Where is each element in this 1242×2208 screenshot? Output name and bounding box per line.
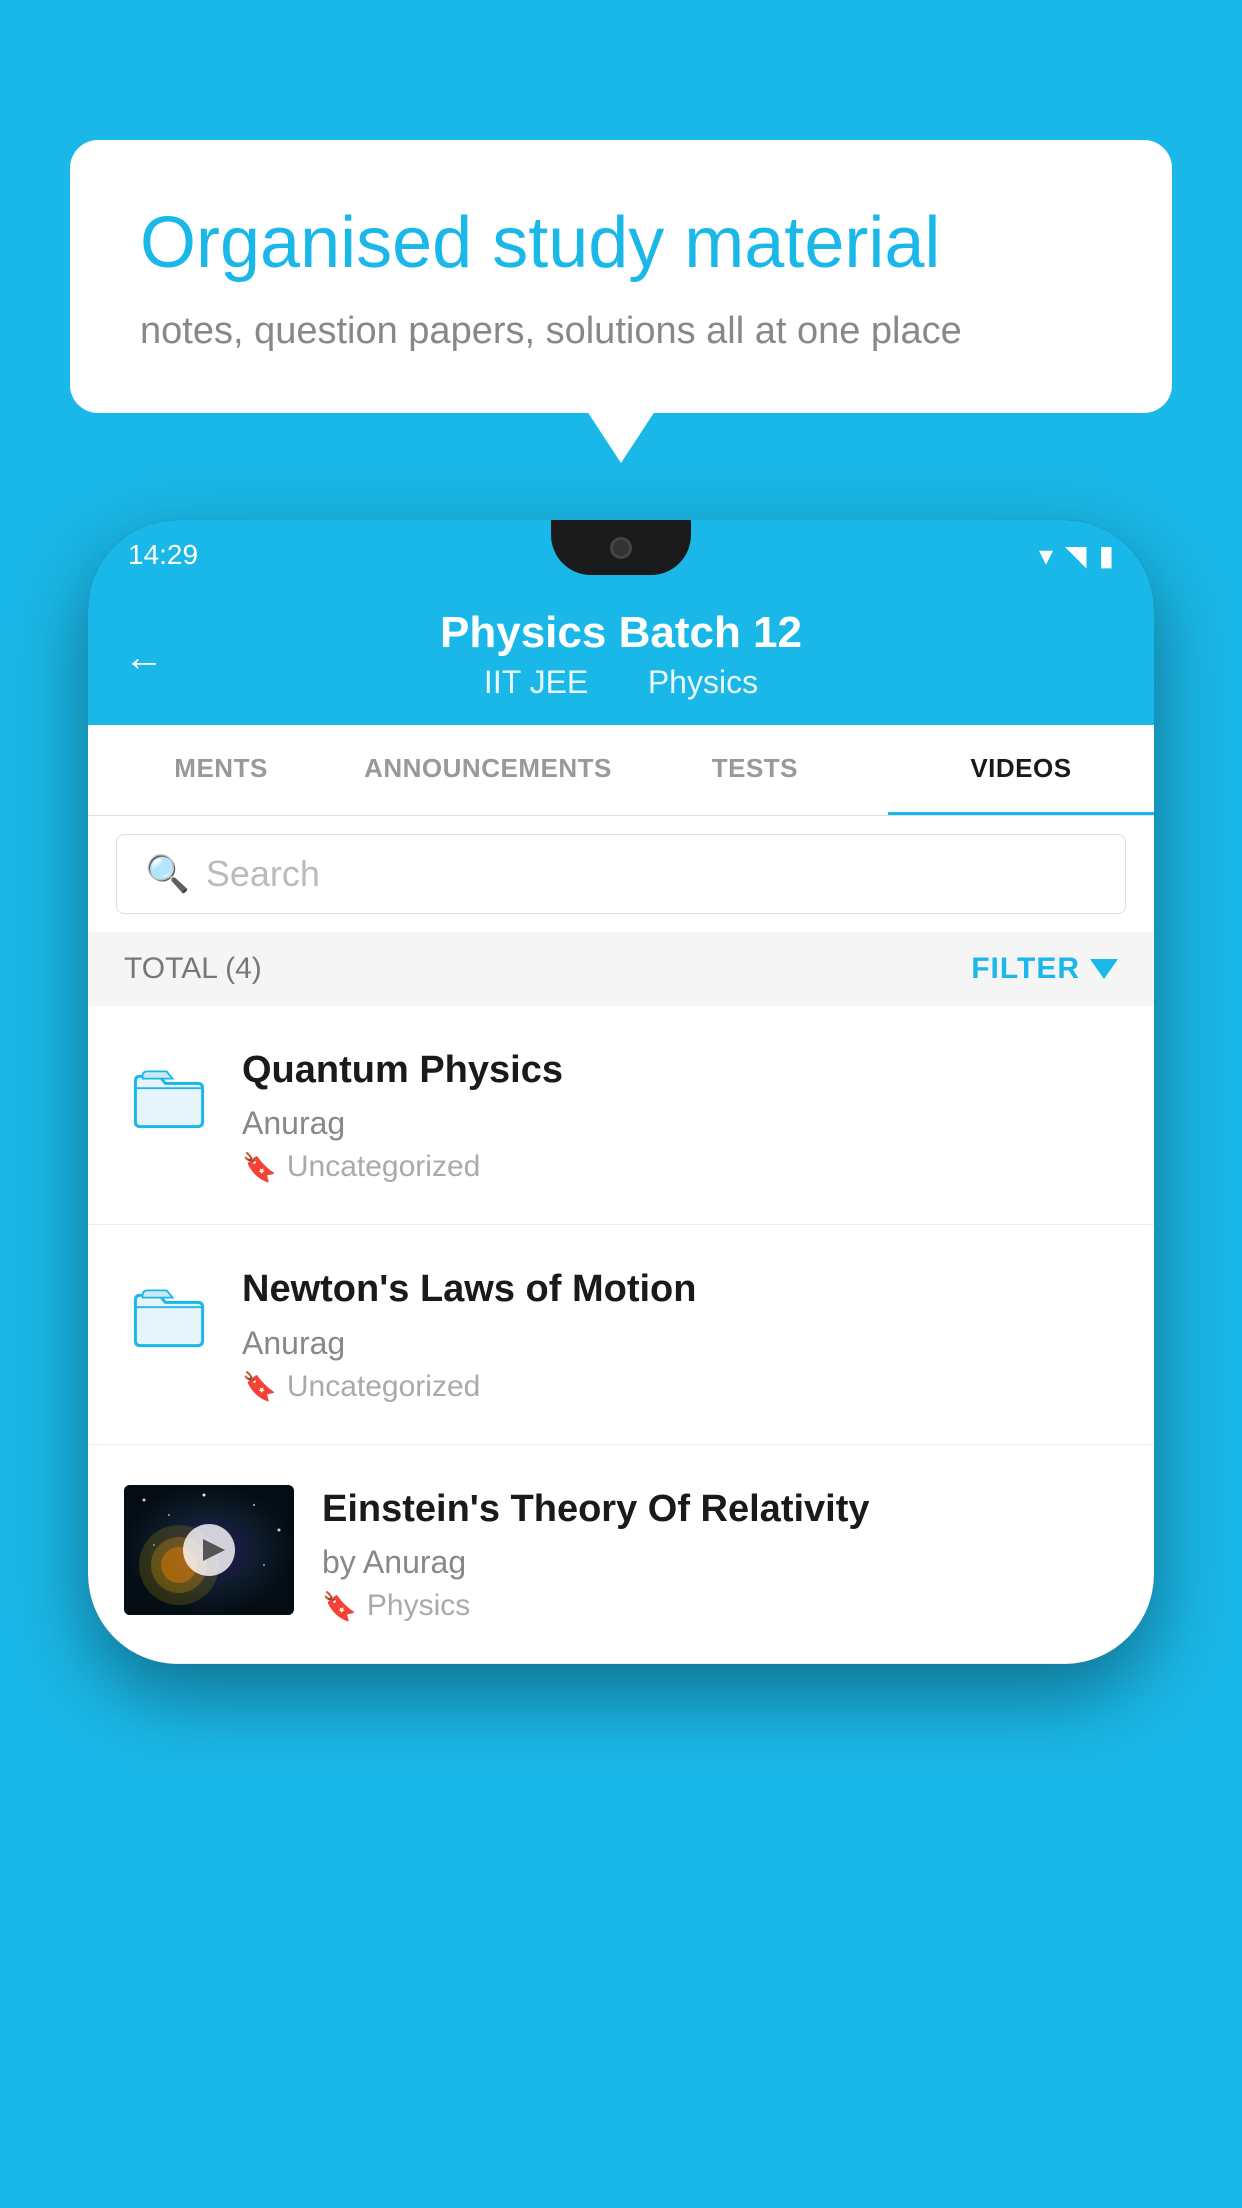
video-list: Quantum Physics Anurag 🔖 Uncategorized <box>88 1006 1154 1664</box>
filter-icon <box>1090 959 1118 979</box>
thumbnail-bg <box>124 1485 294 1615</box>
video-title: Quantum Physics <box>242 1046 1118 1095</box>
video-info: Einstein's Theory Of Relativity by Anura… <box>322 1485 1118 1623</box>
folder-icon <box>124 1273 214 1363</box>
header-title: Physics Batch 12 <box>124 608 1118 658</box>
phone-wrapper: 14:29 ▾ ◥ ▮ ← Physics Batch 12 IIT JEE P… <box>88 520 1154 2208</box>
video-title: Einstein's Theory Of Relativity <box>322 1485 1118 1534</box>
battery-icon: ▮ <box>1099 539 1114 572</box>
tag-label: Uncategorized <box>287 1370 480 1404</box>
video-author: Anurag <box>242 1325 1118 1362</box>
video-info: Newton's Laws of Motion Anurag 🔖 Uncateg… <box>242 1265 1118 1403</box>
filter-label: FILTER <box>971 952 1080 986</box>
filter-button[interactable]: FILTER <box>971 952 1118 986</box>
filter-bar: TOTAL (4) FILTER <box>88 932 1154 1006</box>
app-header: ← Physics Batch 12 IIT JEE Physics <box>88 590 1154 725</box>
search-input-wrapper[interactable]: 🔍 Search <box>116 834 1126 914</box>
bubble-title: Organised study material <box>140 200 1102 286</box>
folder-icon <box>124 1054 214 1144</box>
phone: 14:29 ▾ ◥ ▮ ← Physics Batch 12 IIT JEE P… <box>88 520 1154 1664</box>
wifi-icon: ▾ <box>1039 539 1053 572</box>
video-tag: 🔖 Uncategorized <box>242 1370 1118 1404</box>
status-bar: 14:29 ▾ ◥ ▮ <box>88 520 1154 590</box>
list-item[interactable]: Newton's Laws of Motion Anurag 🔖 Uncateg… <box>88 1225 1154 1444</box>
status-time: 14:29 <box>128 539 198 571</box>
tag-icon: 🔖 <box>242 1151 277 1184</box>
status-icons: ▾ ◥ ▮ <box>1039 539 1114 572</box>
signal-icon: ◥ <box>1065 539 1087 572</box>
tab-ments[interactable]: MENTS <box>88 725 354 815</box>
search-placeholder: Search <box>206 853 320 895</box>
header-subtitle: IIT JEE Physics <box>124 664 1118 701</box>
tag-icon: 🔖 <box>242 1370 277 1403</box>
video-title: Newton's Laws of Motion <box>242 1265 1118 1314</box>
tabs-bar: MENTS ANNOUNCEMENTS TESTS VIDEOS <box>88 725 1154 816</box>
bubble-subtitle: notes, question papers, solutions all at… <box>140 310 1102 353</box>
video-info: Quantum Physics Anurag 🔖 Uncategorized <box>242 1046 1118 1184</box>
tab-tests[interactable]: TESTS <box>622 725 888 815</box>
speech-bubble: Organised study material notes, question… <box>70 140 1172 413</box>
header-subtitle-iit: IIT JEE <box>484 664 588 700</box>
total-label: TOTAL (4) <box>124 952 262 986</box>
notch <box>551 520 691 575</box>
speech-bubble-container: Organised study material notes, question… <box>70 140 1172 413</box>
list-item[interactable]: Quantum Physics Anurag 🔖 Uncategorized <box>88 1006 1154 1225</box>
camera <box>610 537 632 559</box>
tag-label: Physics <box>367 1589 470 1623</box>
video-author: by Anurag <box>322 1544 1118 1581</box>
tag-label: Uncategorized <box>287 1150 480 1184</box>
video-author: Anurag <box>242 1105 1118 1142</box>
list-item[interactable]: Einstein's Theory Of Relativity by Anura… <box>88 1445 1154 1664</box>
video-tag: 🔖 Uncategorized <box>242 1150 1118 1184</box>
back-button[interactable]: ← <box>124 635 164 680</box>
header-subtitle-physics: Physics <box>648 664 758 700</box>
tag-icon: 🔖 <box>322 1590 357 1623</box>
tab-videos[interactable]: VIDEOS <box>888 725 1154 815</box>
video-thumbnail <box>124 1485 294 1615</box>
search-icon: 🔍 <box>145 853 190 895</box>
tab-announcements[interactable]: ANNOUNCEMENTS <box>354 725 622 815</box>
video-tag: 🔖 Physics <box>322 1589 1118 1623</box>
search-bar: 🔍 Search <box>88 816 1154 932</box>
